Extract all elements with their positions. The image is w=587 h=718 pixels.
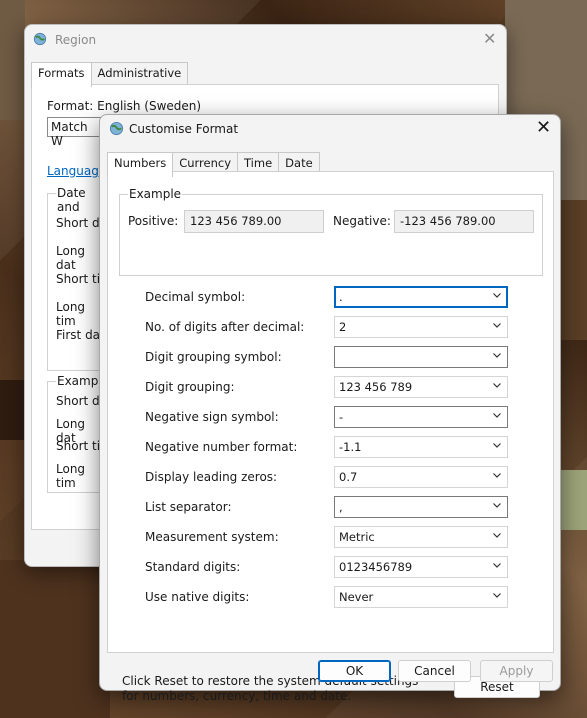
setting-combobox[interactable]: - [334, 406, 508, 428]
numbers-panel: Example Positive: 123 456 789.00 Negativ… [107, 171, 554, 703]
setting-label: Use native digits: [145, 590, 250, 604]
chevron-down-icon[interactable] [492, 380, 502, 390]
negative-example-value: -123 456 789.00 [394, 210, 534, 233]
setting-label: No. of digits after decimal: [145, 320, 305, 334]
close-icon[interactable]: ✕ [483, 29, 496, 48]
setting-combobox[interactable]: , [334, 496, 508, 518]
chevron-down-icon[interactable] [492, 290, 502, 300]
setting-value: , [339, 500, 343, 514]
chevron-down-icon[interactable] [492, 320, 502, 330]
setting-combobox[interactable]: 0.7 [334, 466, 508, 488]
language-preferences-link[interactable]: Language [47, 164, 106, 178]
setting-value: 123 456 789 [339, 380, 413, 394]
format-select[interactable]: Match W [47, 117, 107, 148]
chevron-down-icon[interactable] [492, 560, 502, 570]
setting-combobox[interactable]: . [334, 286, 508, 308]
setting-label: Display leading zeros: [145, 470, 278, 484]
setting-label: Digit grouping symbol: [145, 350, 282, 364]
setting-combobox[interactable]: 2 [334, 316, 508, 338]
chevron-down-icon[interactable] [492, 470, 502, 480]
tab-formats[interactable]: Formats [31, 62, 92, 87]
setting-value: 2 [339, 320, 347, 334]
globe-icon [33, 32, 47, 46]
setting-value: - [339, 410, 344, 424]
tab-administrative[interactable]: Administrative [90, 62, 189, 84]
negative-label: Negative: [333, 214, 391, 228]
dialog-title: Customise Format [129, 122, 239, 136]
setting-value: Metric [339, 530, 375, 544]
setting-label: Standard digits: [145, 560, 241, 574]
setting-label: List separator: [145, 500, 232, 514]
setting-combobox[interactable] [334, 346, 508, 368]
chevron-down-icon[interactable] [492, 590, 502, 600]
setting-label: Negative number format: [145, 440, 298, 454]
chevron-down-icon[interactable] [492, 410, 502, 420]
setting-value: Never [339, 590, 374, 604]
positive-example-value: 123 456 789.00 [184, 210, 324, 233]
chevron-down-icon[interactable] [492, 530, 502, 540]
setting-value: 0.7 [339, 470, 358, 484]
tab-numbers[interactable]: Numbers [107, 152, 174, 177]
setting-value: . [339, 290, 343, 304]
setting-combobox[interactable]: 123 456 789 [334, 376, 508, 398]
setting-combobox[interactable]: Never [334, 586, 508, 608]
ok-button[interactable]: OK [318, 660, 391, 682]
chevron-down-icon[interactable] [492, 500, 502, 510]
setting-label: Digit grouping: [145, 380, 235, 394]
globe-icon [109, 121, 124, 136]
apply-button[interactable]: Apply [480, 660, 553, 682]
positive-label: Positive: [128, 214, 179, 228]
example-legend: Example [128, 187, 183, 201]
setting-label: Decimal symbol: [145, 290, 246, 304]
setting-combobox[interactable]: Metric [334, 526, 508, 548]
setting-combobox[interactable]: 0123456789 [334, 556, 508, 578]
setting-label: Measurement system: [145, 530, 279, 544]
example-group: Example Positive: 123 456 789.00 Negativ… [119, 187, 543, 276]
close-icon[interactable]: ✕ [536, 117, 551, 138]
chevron-down-icon[interactable] [492, 440, 502, 450]
format-label: Format: English (Sweden) [47, 99, 202, 113]
cancel-button[interactable]: Cancel [398, 660, 471, 682]
setting-value: -1.1 [339, 440, 362, 454]
chevron-down-icon[interactable] [492, 350, 502, 360]
customise-format-dialog: Customise Format ✕ Numbers Currency Time… [99, 114, 561, 703]
setting-value: 0123456789 [339, 560, 413, 574]
window-title: Region [55, 33, 97, 47]
setting-label: Negative sign symbol: [145, 410, 279, 424]
setting-combobox[interactable]: -1.1 [334, 436, 508, 458]
